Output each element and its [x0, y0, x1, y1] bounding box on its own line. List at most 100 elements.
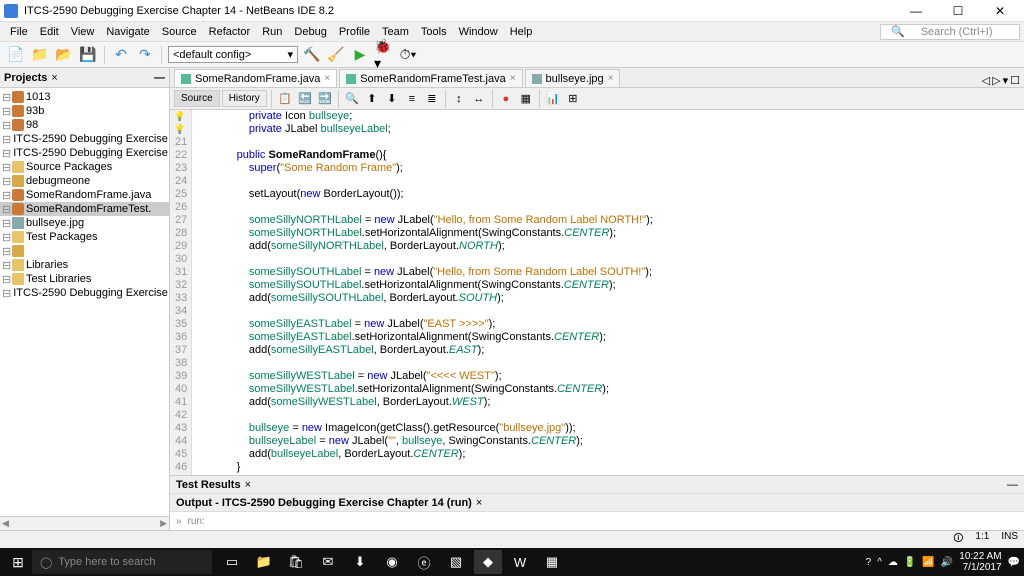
menu-window[interactable]: Window: [453, 24, 504, 40]
maximize-editor-icon[interactable]: ☐: [1010, 74, 1020, 87]
menu-tools[interactable]: Tools: [415, 24, 453, 40]
undo-button[interactable]: ↶: [111, 45, 131, 65]
history-view-button[interactable]: History: [222, 90, 267, 107]
help-icon[interactable]: ?: [866, 557, 872, 568]
clock[interactable]: 10:22 AM 7/1/2017: [959, 551, 1001, 573]
menu-view[interactable]: View: [65, 24, 101, 40]
build-button[interactable]: 🔨: [302, 45, 322, 65]
tree-node[interactable]: ⊟bullseye.jpg: [0, 216, 169, 230]
tree-node[interactable]: ⊟1013: [0, 90, 169, 104]
taskbar-search[interactable]: ◯ Type here to search: [32, 550, 212, 574]
ed-tool-icon[interactable]: ⬆: [363, 90, 381, 108]
tree-node[interactable]: ⊟Test Packages: [0, 230, 169, 244]
tree-node[interactable]: ⊟debugmeone: [0, 174, 169, 188]
action-center-icon[interactable]: 💬: [1008, 557, 1020, 568]
wifi-icon[interactable]: 📶: [922, 557, 934, 568]
open-button[interactable]: 📂: [54, 45, 74, 65]
mail-icon[interactable]: ✉: [314, 550, 342, 574]
close-button[interactable]: ✕: [980, 1, 1020, 21]
edge-icon[interactable]: ⓔ: [410, 550, 438, 574]
nav-fwd-icon[interactable]: ▷: [992, 74, 1000, 87]
minimize-icon[interactable]: —: [1007, 479, 1018, 491]
new-project-button[interactable]: 📁: [30, 45, 50, 65]
tab-somerandomframe[interactable]: SomeRandomFrame.java×: [174, 69, 337, 87]
app-icon[interactable]: ▦: [538, 550, 566, 574]
tree-node[interactable]: ⊟98: [0, 118, 169, 132]
chrome-icon[interactable]: ◉: [378, 550, 406, 574]
test-results-panel-header[interactable]: Test Results× —: [170, 476, 1024, 494]
menu-navigate[interactable]: Navigate: [100, 24, 155, 40]
volume-icon[interactable]: 🔊: [941, 557, 953, 568]
run-button[interactable]: ▶: [350, 45, 370, 65]
dropbox-icon[interactable]: ⬇: [346, 550, 374, 574]
tree-node[interactable]: ⊟ITCS-2590 Debugging Exercise Chap: [0, 132, 169, 146]
menu-profile[interactable]: Profile: [333, 24, 376, 40]
tree-node[interactable]: ⊟Libraries: [0, 258, 169, 272]
tree-node[interactable]: ⊟: [0, 244, 169, 258]
menu-edit[interactable]: Edit: [34, 24, 65, 40]
new-file-button[interactable]: 📄: [6, 45, 26, 65]
source-view-button[interactable]: Source: [174, 90, 220, 107]
close-icon[interactable]: ×: [245, 479, 251, 491]
save-all-button[interactable]: 💾: [78, 45, 98, 65]
ed-tool-icon[interactable]: ≣: [423, 90, 441, 108]
maximize-button[interactable]: ☐: [938, 1, 978, 21]
ed-tool-icon[interactable]: ↔: [470, 90, 488, 108]
menu-file[interactable]: File: [4, 24, 34, 40]
battery-icon[interactable]: 🔋: [904, 557, 916, 568]
tree-node[interactable]: ⊟ITCS-2590 Debugging Exercise Chap: [0, 146, 169, 160]
output-panel-header[interactable]: Output - ITCS-2590 Debugging Exercise Ch…: [170, 494, 1024, 512]
ed-tool-icon[interactable]: 📋: [276, 90, 294, 108]
tab-bullseye[interactable]: bullseye.jpg×: [525, 69, 621, 87]
stop-icon[interactable]: ●: [497, 90, 515, 108]
explorer-icon[interactable]: 📁: [250, 550, 278, 574]
ed-tool-icon[interactable]: 🔜: [316, 90, 334, 108]
store-icon[interactable]: 🛍: [282, 550, 310, 574]
profile-button[interactable]: ⏱▾: [398, 45, 418, 65]
close-icon[interactable]: ×: [608, 73, 614, 84]
menu-help[interactable]: Help: [504, 24, 539, 40]
tab-somerandomframetest[interactable]: SomeRandomFrameTest.java×: [339, 69, 522, 87]
tree-node[interactable]: ⊟Source Packages: [0, 160, 169, 174]
menu-run[interactable]: Run: [256, 24, 288, 40]
quick-search[interactable]: 🔍 Search (Ctrl+I): [880, 24, 1020, 40]
dropdown-icon[interactable]: ▾: [1003, 74, 1009, 87]
tray-expand-icon[interactable]: ^: [877, 557, 882, 568]
minimize-button[interactable]: —: [896, 1, 936, 21]
projects-hscroll[interactable]: ◀▶: [0, 516, 169, 530]
notifications-icon[interactable]: 🛈: [953, 531, 963, 548]
config-select[interactable]: <default config>▾: [168, 46, 298, 63]
redo-button[interactable]: ↷: [135, 45, 155, 65]
ed-tool-icon[interactable]: 📊: [544, 90, 562, 108]
word-icon[interactable]: W: [506, 550, 534, 574]
close-icon[interactable]: ×: [476, 497, 482, 509]
ed-tool-icon[interactable]: 🔙: [296, 90, 314, 108]
ed-tool-icon[interactable]: ≡: [403, 90, 421, 108]
ed-tool-icon[interactable]: ⬇: [383, 90, 401, 108]
tree-node[interactable]: ⊟SomeRandomFrameTest.: [0, 202, 169, 216]
ed-tool-icon[interactable]: ↕: [450, 90, 468, 108]
ed-tool-icon[interactable]: ⊞: [564, 90, 582, 108]
netbeans-icon[interactable]: ◆: [474, 550, 502, 574]
clean-build-button[interactable]: 🧹: [326, 45, 346, 65]
close-icon[interactable]: ×: [510, 73, 516, 84]
projects-minimize-icon[interactable]: —: [154, 72, 165, 84]
tree-node[interactable]: ⊟ITCS-2590 Debugging Exercise Chap: [0, 286, 169, 300]
menu-refactor[interactable]: Refactor: [203, 24, 257, 40]
projects-tree[interactable]: ⊟1013⊟93b⊟98⊟ITCS-2590 Debugging Exercis…: [0, 88, 169, 516]
nav-back-icon[interactable]: ◁: [982, 74, 990, 87]
menu-debug[interactable]: Debug: [288, 24, 332, 40]
ed-tool-icon[interactable]: ▦: [517, 90, 535, 108]
taskview-icon[interactable]: ▭: [218, 550, 246, 574]
ed-tool-icon[interactable]: 🔍: [343, 90, 361, 108]
debug-button[interactable]: 🐞▾: [374, 45, 394, 65]
vs-icon[interactable]: ▧: [442, 550, 470, 574]
close-icon[interactable]: ×: [324, 73, 330, 84]
start-button[interactable]: ⊞: [4, 548, 32, 576]
projects-close-icon[interactable]: ×: [51, 72, 57, 84]
menu-source[interactable]: Source: [156, 24, 203, 40]
tree-node[interactable]: ⊟93b: [0, 104, 169, 118]
tree-node[interactable]: ⊟Test Libraries: [0, 272, 169, 286]
cloud-icon[interactable]: ☁: [888, 557, 898, 568]
code-editor[interactable]: 💡💡21222324252627282930313233343536373839…: [170, 110, 1024, 475]
